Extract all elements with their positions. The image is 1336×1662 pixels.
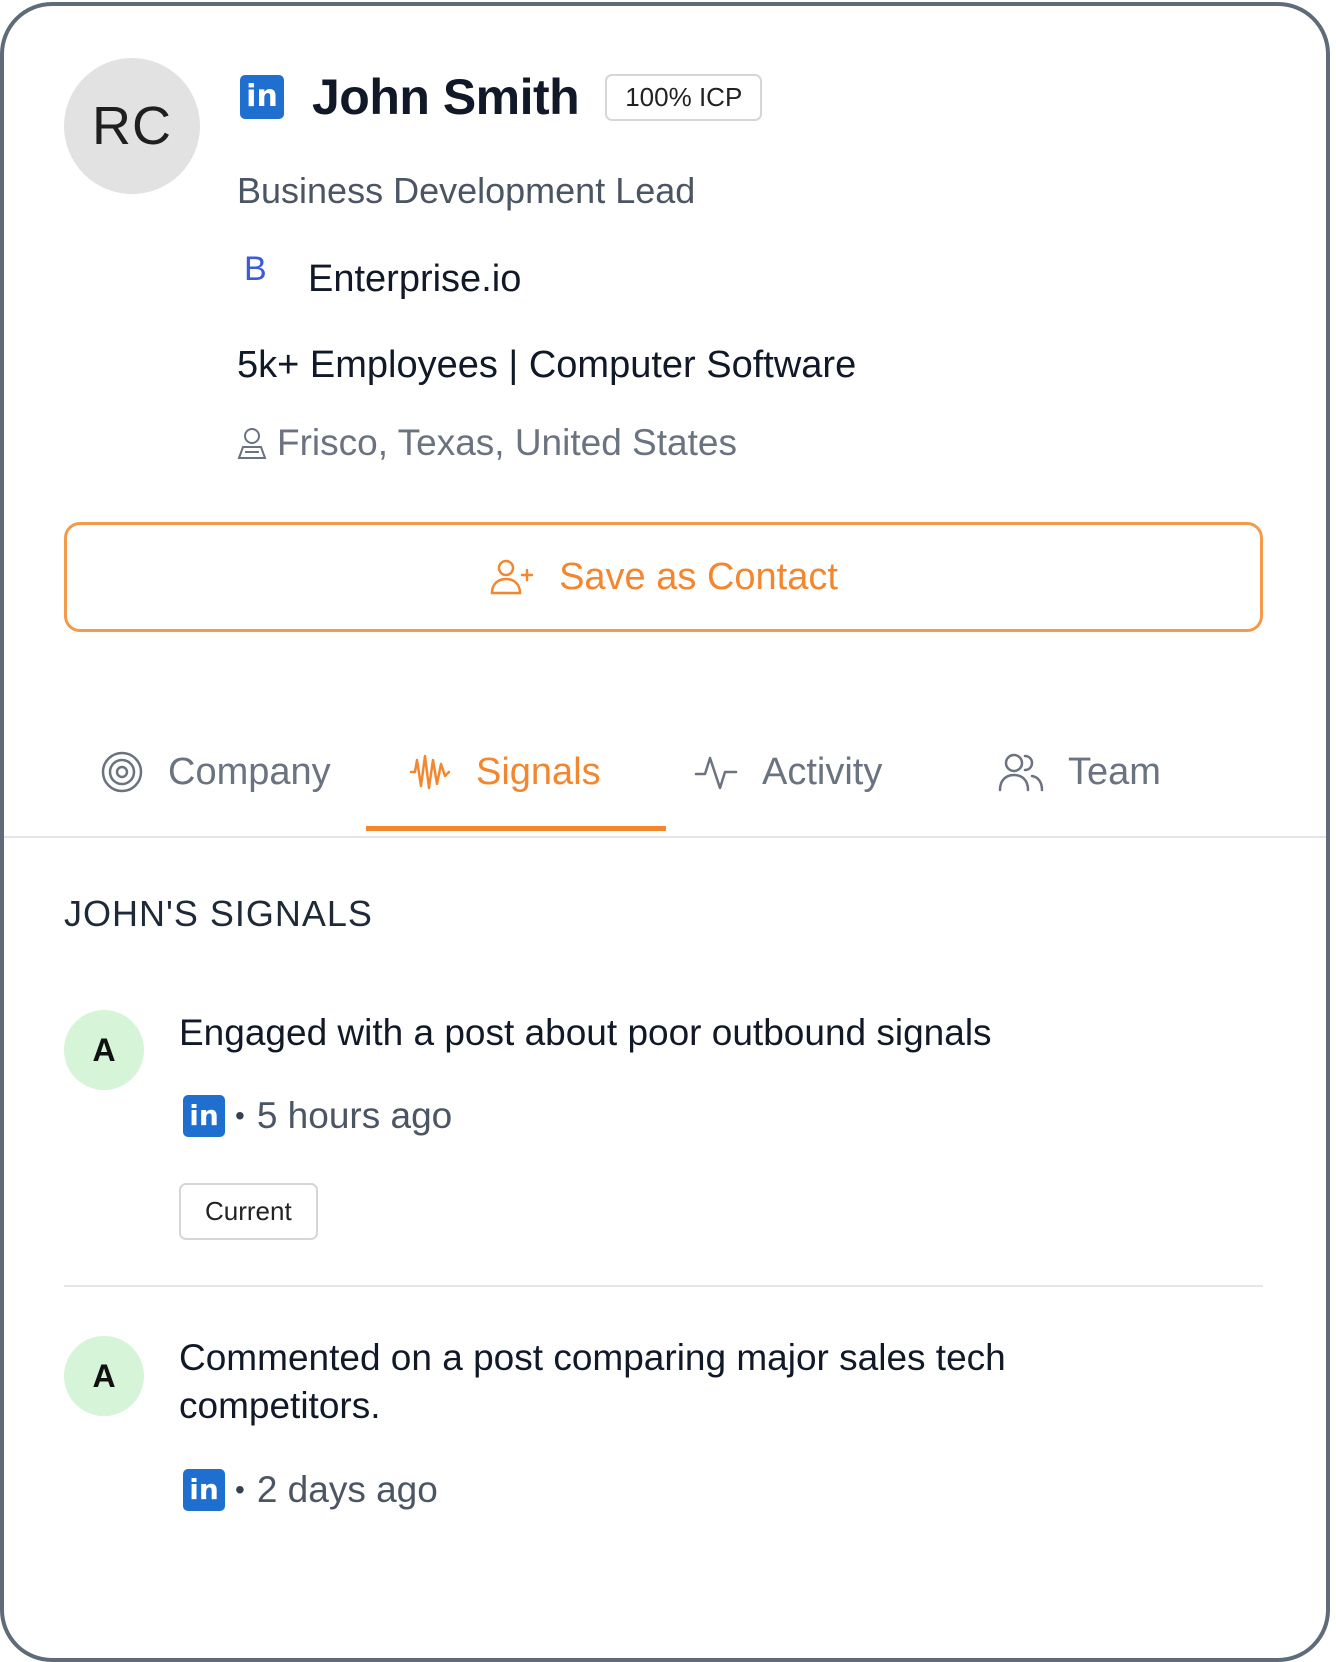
tab-company[interactable]: Company	[100, 708, 331, 836]
save-as-contact-label: Save as Contact	[559, 555, 838, 598]
target-icon	[101, 751, 143, 793]
company-row: B Enterprise.io	[244, 250, 522, 301]
signal-avatar: A	[64, 1336, 144, 1416]
signal-tag: Current	[179, 1183, 318, 1240]
location-person-icon	[237, 428, 267, 459]
signal-time: 2 days ago	[256, 1469, 438, 1510]
company-name: Enterprise.io	[308, 258, 522, 300]
tab-activity-label: Activity	[762, 750, 883, 793]
tab-company-label: Company	[168, 750, 331, 793]
add-user-icon	[490, 559, 534, 595]
company-meta: 5k+ Employees | Computer Software	[237, 344, 857, 386]
icp-badge: 100% ICP	[605, 73, 763, 121]
team-icon	[998, 753, 1044, 792]
linkedin-icon[interactable]: in	[183, 1095, 225, 1137]
tab-team[interactable]: Team	[998, 708, 1161, 836]
name-row: in John Smith 100% ICP	[240, 68, 763, 126]
signal-text: Engaged with a post about poor outbound …	[179, 1012, 992, 1053]
save-as-contact-button[interactable]: Save as Contact	[64, 522, 1263, 632]
signal-time: 5 hours ago	[256, 1095, 453, 1136]
tab-bar: Company Signals Activity Team	[4, 708, 1326, 838]
signal-meta: in • 5 hours ago	[183, 1095, 452, 1137]
signal-meta: in • 2 days ago	[183, 1469, 438, 1511]
job-title: Business Development Lead	[237, 170, 696, 211]
active-tab-indicator	[366, 826, 666, 831]
location-text: Frisco, Texas, United States	[277, 422, 737, 463]
signal-text: Commented on a post comparing major sale…	[179, 1337, 1006, 1426]
tab-signals[interactable]: Signals	[408, 708, 601, 836]
separator-dot: •	[235, 1474, 245, 1505]
linkedin-icon[interactable]: in	[240, 75, 284, 119]
signals-section-title: JOHN'S SIGNALS	[64, 893, 373, 934]
tab-activity[interactable]: Activity	[694, 708, 882, 836]
avatar: RC	[64, 58, 200, 194]
contact-name: John Smith	[312, 69, 580, 125]
signal-avatar: A	[64, 1010, 144, 1090]
signal-wave-icon	[409, 754, 451, 790]
separator-dot: •	[235, 1100, 245, 1131]
tab-signals-label: Signals	[476, 750, 601, 793]
linkedin-icon[interactable]: in	[183, 1469, 225, 1511]
activity-icon	[694, 756, 738, 790]
location-row: Frisco, Texas, United States	[235, 422, 737, 464]
tab-team-label: Team	[1068, 750, 1161, 793]
signal-divider	[64, 1285, 1263, 1287]
company-logo-icon: B	[244, 250, 267, 288]
